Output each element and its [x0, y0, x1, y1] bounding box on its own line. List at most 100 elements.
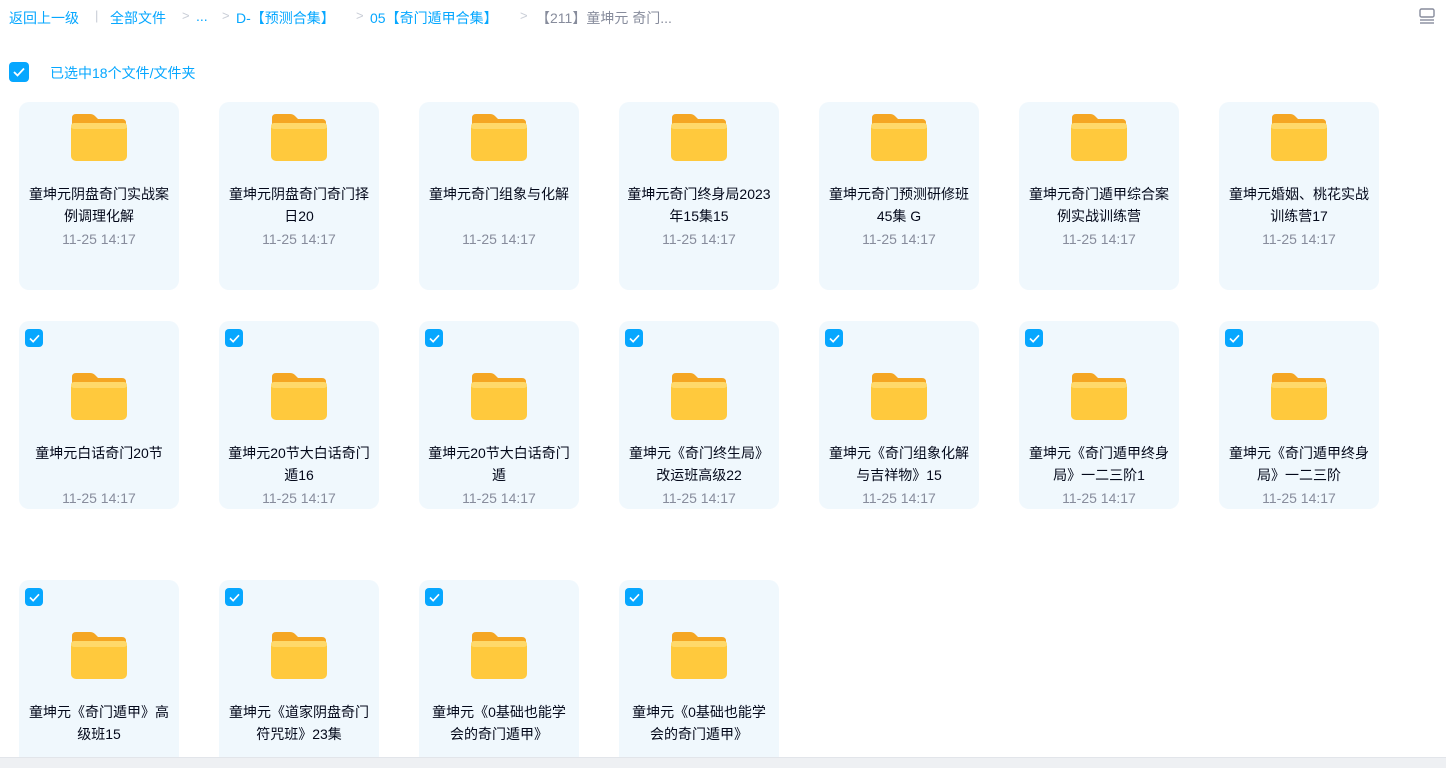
folder-name[interactable]: 童坤元《奇门遁甲》高级班15	[27, 701, 171, 745]
folder-card[interactable]: 童坤元《奇门遁甲终身局》一二三阶 11-25 14:17	[1219, 321, 1379, 509]
breadcrumb-chevron: >	[182, 8, 190, 23]
folder-icon	[1070, 371, 1128, 421]
breadcrumb-separator: |	[95, 8, 99, 23]
folder-name[interactable]: 童坤元阴盘奇门奇门择日20	[227, 183, 371, 227]
folder-card[interactable]: 童坤元20节大白话奇门遁16 11-25 14:17	[219, 321, 379, 509]
folder-name[interactable]: 童坤元《奇门组象化解与吉祥物》15	[827, 442, 971, 486]
checkmark-icon	[628, 593, 640, 602]
folder-modified-time: 11-25 14:17	[662, 490, 736, 506]
folder-name[interactable]: 童坤元《0基础也能学会的奇门遁甲》	[627, 701, 771, 745]
folder-name[interactable]: 童坤元《0基础也能学会的奇门遁甲》	[427, 701, 571, 745]
folder-card[interactable]: 童坤元奇门组象与化解 11-25 14:17	[419, 102, 579, 290]
folder-modified-time: 11-25 14:17	[1062, 231, 1136, 247]
folder-card[interactable]: 童坤元奇门预测研修班45集 G 11-25 14:17	[819, 102, 979, 290]
item-checkbox[interactable]	[1225, 329, 1243, 347]
item-checkbox[interactable]	[25, 588, 43, 606]
folder-card[interactable]: 童坤元《道家阴盘奇门符咒班》23集	[219, 580, 379, 768]
folder-icon	[270, 371, 328, 421]
breadcrumb: 返回上一级 | 全部文件 > ... > D-【预测合集】 > 05【奇门遁甲合…	[0, 0, 1446, 34]
folder-name[interactable]: 童坤元20节大白话奇门遁	[427, 442, 571, 486]
folder-card[interactable]: 童坤元20节大白话奇门遁 11-25 14:17	[419, 321, 579, 509]
folder-modified-time: 11-25 14:17	[862, 490, 936, 506]
checkmark-icon	[228, 593, 240, 602]
checkmark-icon	[428, 334, 440, 343]
item-checkbox[interactable]	[1025, 329, 1043, 347]
folder-icon	[670, 112, 728, 162]
folder-icon	[1270, 371, 1328, 421]
folder-icon	[870, 112, 928, 162]
folder-name[interactable]: 童坤元奇门终身局2023年15集15	[627, 183, 771, 227]
folder-card[interactable]: 童坤元奇门遁甲综合案例实战训练营 11-25 14:17	[1019, 102, 1179, 290]
folder-icon	[270, 630, 328, 680]
folder-modified-time: 11-25 14:17	[62, 231, 136, 247]
checkmark-icon	[428, 593, 440, 602]
breadcrumb-chevron: >	[356, 8, 364, 23]
item-checkbox[interactable]	[25, 329, 43, 347]
item-checkbox[interactable]	[825, 329, 843, 347]
taskbar-strip	[0, 757, 1446, 768]
breadcrumb-chevron: >	[520, 8, 528, 23]
folder-name[interactable]: 童坤元《奇门终生局》改运班高级22	[627, 442, 771, 486]
folder-modified-time: 11-25 14:17	[662, 231, 736, 247]
item-checkbox[interactable]	[625, 329, 643, 347]
folder-icon	[1270, 112, 1328, 162]
folder-modified-time: 11-25 14:17	[62, 490, 136, 506]
checkmark-icon	[828, 334, 840, 343]
folder-card[interactable]: 童坤元奇门终身局2023年15集15 11-25 14:17	[619, 102, 779, 290]
breadcrumb-chevron: >	[222, 8, 230, 23]
folder-card[interactable]: 童坤元《奇门遁甲终身局》一二三阶1 11-25 14:17	[1019, 321, 1179, 509]
folder-name[interactable]: 童坤元20节大白话奇门遁16	[227, 442, 371, 486]
item-checkbox[interactable]	[425, 329, 443, 347]
folder-modified-time: 11-25 14:17	[262, 231, 336, 247]
folder-icon	[70, 112, 128, 162]
select-all-checkbox[interactable]	[9, 62, 29, 82]
folder-card[interactable]: 童坤元《奇门遁甲》高级班15	[19, 580, 179, 768]
breadcrumb-level1[interactable]: D-【预测合集】	[236, 8, 335, 28]
folder-card[interactable]: 童坤元白话奇门20节 11-25 14:17	[19, 321, 179, 509]
folder-name[interactable]: 童坤元白话奇门20节	[27, 442, 171, 486]
folder-card[interactable]: 童坤元阴盘奇门奇门择日20 11-25 14:17	[219, 102, 379, 290]
folder-name[interactable]: 童坤元《道家阴盘奇门符咒班》23集	[227, 701, 371, 745]
folder-modified-time: 11-25 14:17	[462, 231, 536, 247]
folder-name[interactable]: 童坤元阴盘奇门实战案例调理化解	[27, 183, 171, 227]
item-checkbox[interactable]	[625, 588, 643, 606]
item-checkbox[interactable]	[225, 588, 243, 606]
folder-icon	[470, 112, 528, 162]
item-checkbox[interactable]	[225, 329, 243, 347]
folder-icon	[670, 630, 728, 680]
folder-card[interactable]: 童坤元婚姻、桃花实战训练营17 11-25 14:17	[1219, 102, 1379, 290]
selection-count: 已选中18个文件/文件夹	[50, 65, 196, 81]
folder-name[interactable]: 童坤元《奇门遁甲终身局》一二三阶	[1227, 442, 1371, 486]
folder-icon	[270, 112, 328, 162]
folder-modified-time: 11-25 14:17	[462, 490, 536, 506]
list-view-icon[interactable]	[1418, 8, 1436, 24]
folder-name[interactable]: 童坤元奇门组象与化解	[427, 183, 571, 227]
folder-icon	[870, 371, 928, 421]
folder-icon	[470, 630, 528, 680]
folder-name[interactable]: 童坤元奇门遁甲综合案例实战训练营	[1027, 183, 1171, 227]
breadcrumb-current: 【211】童坤元 奇门...	[536, 10, 672, 26]
folder-name[interactable]: 童坤元奇门预测研修班45集 G	[827, 183, 971, 227]
checkmark-icon	[628, 334, 640, 343]
back-up-link[interactable]: 返回上一级	[9, 8, 79, 28]
selection-bar: 已选中18个文件/文件夹	[9, 62, 195, 82]
folder-card[interactable]: 童坤元《奇门终生局》改运班高级22 11-25 14:17	[619, 321, 779, 509]
breadcrumb-level2[interactable]: 05【奇门遁甲合集】	[370, 8, 498, 28]
folder-icon	[70, 371, 128, 421]
folder-modified-time: 11-25 14:17	[262, 490, 336, 506]
folder-modified-time: 11-25 14:17	[1262, 490, 1336, 506]
folder-modified-time: 11-25 14:17	[1062, 490, 1136, 506]
folder-name[interactable]: 童坤元婚姻、桃花实战训练营17	[1227, 183, 1371, 227]
item-checkbox[interactable]	[425, 588, 443, 606]
folder-name[interactable]: 童坤元《奇门遁甲终身局》一二三阶1	[1027, 442, 1171, 486]
folder-card[interactable]: 童坤元《0基础也能学会的奇门遁甲》	[619, 580, 779, 768]
folder-card[interactable]: 童坤元《奇门组象化解与吉祥物》15 11-25 14:17	[819, 321, 979, 509]
checkmark-icon	[13, 67, 25, 77]
breadcrumb-all-files[interactable]: 全部文件	[110, 8, 166, 28]
folder-card[interactable]: 童坤元《0基础也能学会的奇门遁甲》	[419, 580, 579, 768]
folder-icon	[70, 630, 128, 680]
breadcrumb-ellipsis[interactable]: ...	[196, 8, 208, 24]
folder-icon	[1070, 112, 1128, 162]
folder-card[interactable]: 童坤元阴盘奇门实战案例调理化解 11-25 14:17	[19, 102, 179, 290]
checkmark-icon	[1228, 334, 1240, 343]
